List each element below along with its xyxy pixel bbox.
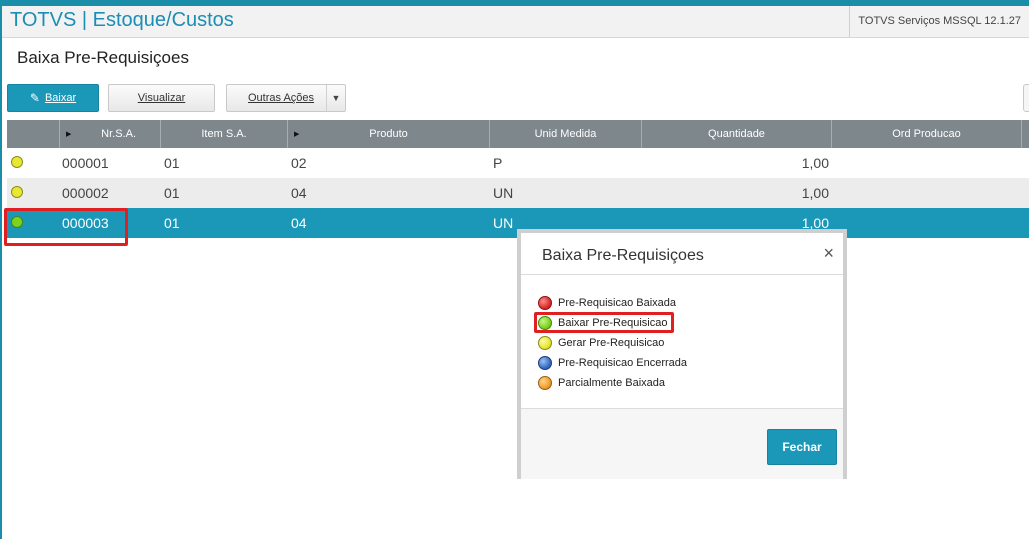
legend-list: Pre-Requisicao Baixada Baixar Pre-Requis…: [538, 293, 687, 393]
cell-produto: 02: [291, 155, 307, 171]
cell-item-sa: 01: [164, 155, 180, 171]
column-nr-sa[interactable]: ▶ Nr.S.A.: [60, 120, 161, 148]
legend-label: Pre-Requisicao Baixada: [558, 297, 677, 309]
outras-acoes-button[interactable]: Outras Ações ▼: [226, 84, 346, 112]
cell-quantidade: 1,00: [801, 185, 829, 201]
toolbar-overflow-button[interactable]: [1023, 84, 1029, 112]
dialog-divider: [521, 274, 843, 275]
visualizar-button[interactable]: Visualizar: [108, 84, 215, 112]
baixar-button[interactable]: ✎ Baixar: [7, 84, 99, 112]
cell-produto: 04: [291, 185, 307, 201]
fechar-button[interactable]: Fechar: [767, 429, 837, 465]
cell-nr-sa: 000002: [62, 185, 109, 201]
table-row[interactable]: 000002 01 04 UN 1,00: [7, 178, 1029, 208]
column-produto[interactable]: ▶ Produto: [288, 120, 490, 148]
legend-label: Gerar Pre-Requisicao: [558, 337, 665, 349]
pencil-icon: ✎: [29, 91, 40, 105]
caret-down-icon[interactable]: ▼: [326, 85, 345, 111]
outras-acoes-label: Outras Ações: [248, 92, 315, 104]
column-quantidade-label: Quantidade: [708, 128, 765, 140]
app-title: TOTVS | Estoque/Custos: [10, 9, 234, 31]
legend-item: Gerar Pre-Requisicao: [538, 333, 687, 353]
column-produto-label: Produto: [369, 128, 408, 140]
close-icon[interactable]: ×: [823, 243, 834, 264]
legend-label: Parcialmente Baixada: [558, 377, 666, 389]
dialog-footer: Fechar: [521, 408, 843, 479]
legend-item: Pre-Requisicao Encerrada: [538, 353, 687, 373]
legend-dialog: Baixa Pre-Requisiçoes × Pre-Requisicao B…: [517, 229, 847, 479]
environment-info: TOTVS Serviços MSSQL 12.1.27: [849, 6, 1029, 37]
left-accent-bar: [0, 0, 2, 539]
cell-nr-sa: 000001: [62, 155, 109, 171]
column-ord-producao[interactable]: Ord Producao: [832, 120, 1022, 148]
column-status[interactable]: [7, 120, 60, 148]
cell-item-sa: 01: [164, 215, 180, 231]
cell-unid-medida: UN: [493, 185, 514, 201]
red-status-icon: [538, 296, 552, 310]
baixar-label: Baixar: [44, 92, 77, 104]
sort-arrow-icon: ▶: [66, 131, 72, 138]
status-yellow-icon: [11, 186, 23, 198]
legend-label: Pre-Requisicao Encerrada: [558, 357, 688, 369]
app-header: TOTVS | Estoque/Custos TOTVS Serviços MS…: [2, 6, 1029, 38]
status-yellow-icon: [11, 156, 23, 168]
data-grid: ▶ Nr.S.A. Item S.A. ▶ Produto Unid Medid…: [7, 120, 1029, 238]
cell-produto: 04: [291, 215, 307, 231]
grid-header: ▶ Nr.S.A. Item S.A. ▶ Produto Unid Medid…: [7, 120, 1029, 148]
cell-quantidade: 1,00: [801, 155, 829, 171]
visualizar-label: Visualizar: [137, 92, 186, 104]
legend-item-highlight: [534, 312, 674, 333]
column-ord-producao-label: Ord Producao: [892, 128, 961, 140]
column-overflow: [1022, 120, 1029, 148]
blue-status-icon: [538, 356, 552, 370]
column-quantidade[interactable]: Quantidade: [642, 120, 832, 148]
legend-item: Pre-Requisicao Baixada: [538, 293, 687, 313]
yellow-status-icon: [538, 336, 552, 350]
column-item-sa-label: Item S.A.: [201, 128, 247, 140]
sort-arrow-icon: ▶: [294, 131, 300, 138]
cell-unid-medida: UN: [493, 215, 514, 231]
cell-item-sa: 01: [164, 185, 180, 201]
column-unid-medida[interactable]: Unid Medida: [490, 120, 642, 148]
page-title: Baixa Pre-Requisiçoes: [17, 48, 189, 67]
legend-item: Parcialmente Baixada: [538, 373, 687, 393]
column-nr-sa-label: Nr.S.A.: [101, 128, 136, 140]
selected-row-highlight: [4, 208, 128, 246]
legend-dialog-body: Baixa Pre-Requisiçoes × Pre-Requisicao B…: [521, 233, 843, 479]
orange-status-icon: [538, 376, 552, 390]
cell-unid-medida: P: [493, 155, 503, 171]
column-item-sa[interactable]: Item S.A.: [161, 120, 288, 148]
table-row[interactable]: 000001 01 02 P 1,00: [7, 148, 1029, 178]
column-unid-medida-label: Unid Medida: [534, 128, 597, 140]
dialog-title: Baixa Pre-Requisiçoes: [542, 247, 704, 264]
